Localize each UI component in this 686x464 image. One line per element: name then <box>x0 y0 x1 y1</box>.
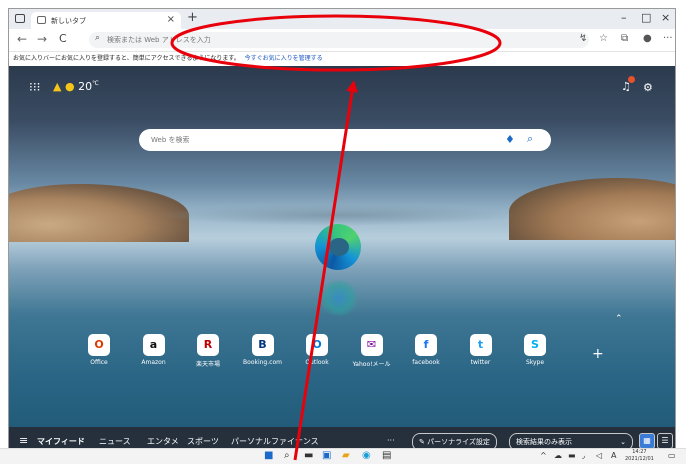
annotation-overlay <box>170 14 502 461</box>
annotation-ellipse <box>170 14 502 72</box>
annotation-arrow <box>293 80 359 461</box>
